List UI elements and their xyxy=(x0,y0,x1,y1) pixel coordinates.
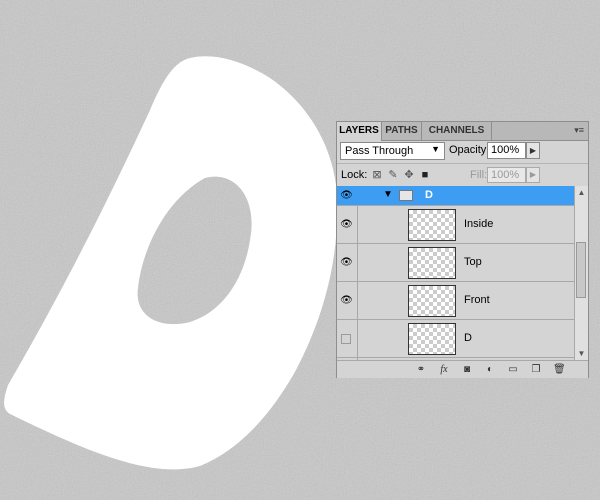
layer-name: Front xyxy=(464,294,490,306)
group-name: D xyxy=(425,189,433,201)
layers-scrollbar[interactable]: ▲ ▼ xyxy=(574,186,588,360)
opacity-label: Opacity: xyxy=(449,144,490,156)
layer-name: D xyxy=(464,332,472,344)
eye-icon[interactable]: 👁 xyxy=(340,257,353,268)
lock-label: Lock: xyxy=(341,169,368,181)
layers-panel: LAYERS PATHS CHANNELS ▾≡ Pass Through ▼ … xyxy=(336,121,589,378)
layer-row[interactable]: 👁 Front xyxy=(337,282,574,320)
eye-icon[interactable]: 👁 xyxy=(340,190,353,201)
layer-row[interactable]: 👁 Inside xyxy=(337,206,574,244)
blend-mode-select[interactable]: Pass Through ▼ xyxy=(340,142,445,160)
chevron-down-icon: ▼ xyxy=(431,144,440,154)
fx-icon[interactable]: fx xyxy=(438,364,450,375)
scroll-up-icon[interactable]: ▲ xyxy=(575,186,588,199)
tab-paths[interactable]: PATHS xyxy=(382,122,422,140)
scroll-down-icon[interactable]: ▼ xyxy=(575,347,588,360)
layers-list: 👁 ▼ D 👁 Inside 👁 Top 👁 Front D xyxy=(337,186,574,360)
fill-input[interactable]: 100% xyxy=(487,167,526,183)
tab-channels[interactable]: CHANNELS xyxy=(422,122,492,140)
fill-slider-button[interactable]: ▶ xyxy=(526,167,540,183)
layer-name: Top xyxy=(464,256,482,268)
panel-menu-icon[interactable]: ▾≡ xyxy=(574,125,584,136)
layer-thumbnail xyxy=(408,209,456,241)
trash-icon[interactable]: 🗑 xyxy=(553,364,566,375)
layer-thumbnail xyxy=(408,247,456,279)
lock-image-icon[interactable]: ✎ xyxy=(387,169,399,181)
layer-group-row[interactable]: 👁 ▼ D xyxy=(337,186,574,206)
eye-icon[interactable]: 👁 xyxy=(340,219,353,230)
lock-position-icon[interactable]: ✥ xyxy=(403,169,415,181)
panel-tabs: LAYERS PATHS CHANNELS ▾≡ xyxy=(337,122,588,141)
lock-row: Lock: ⊠ ✎ ✥ ■ Fill: 100% ▶ xyxy=(337,163,588,186)
fill-label: Fill: xyxy=(470,169,488,181)
blend-mode-value: Pass Through xyxy=(345,145,414,157)
link-layers-icon[interactable]: ⚭ xyxy=(413,364,429,375)
new-group-icon[interactable]: ▭ xyxy=(507,364,519,375)
folder-icon xyxy=(399,190,413,201)
opacity-input[interactable]: 100% xyxy=(487,142,526,159)
layer-row[interactable]: D xyxy=(337,320,574,358)
layer-name: Inside xyxy=(464,218,494,230)
layer-thumbnail xyxy=(408,323,456,355)
add-mask-icon[interactable]: ◙ xyxy=(461,364,473,375)
layer-row[interactable]: 👁 Top xyxy=(337,244,574,282)
layer-thumbnail xyxy=(408,285,456,317)
new-layer-icon[interactable]: ❐ xyxy=(530,364,542,375)
visibility-toggle-empty[interactable] xyxy=(341,334,351,344)
opacity-slider-button[interactable]: ▶ xyxy=(526,142,540,159)
lock-all-icon[interactable]: ■ xyxy=(419,169,431,181)
lock-transparent-icon[interactable]: ⊠ xyxy=(371,169,383,181)
expand-triangle-icon[interactable]: ▼ xyxy=(383,189,393,200)
adjustment-layer-icon[interactable]: ◐ xyxy=(484,364,496,375)
tab-layers[interactable]: LAYERS xyxy=(337,122,382,141)
panel-bottom-toolbar: ⚭ fx ◙ ◐ ▭ ❐ 🗑 xyxy=(337,360,588,378)
scroll-thumb[interactable] xyxy=(576,242,586,298)
eye-icon[interactable]: 👁 xyxy=(340,295,353,306)
